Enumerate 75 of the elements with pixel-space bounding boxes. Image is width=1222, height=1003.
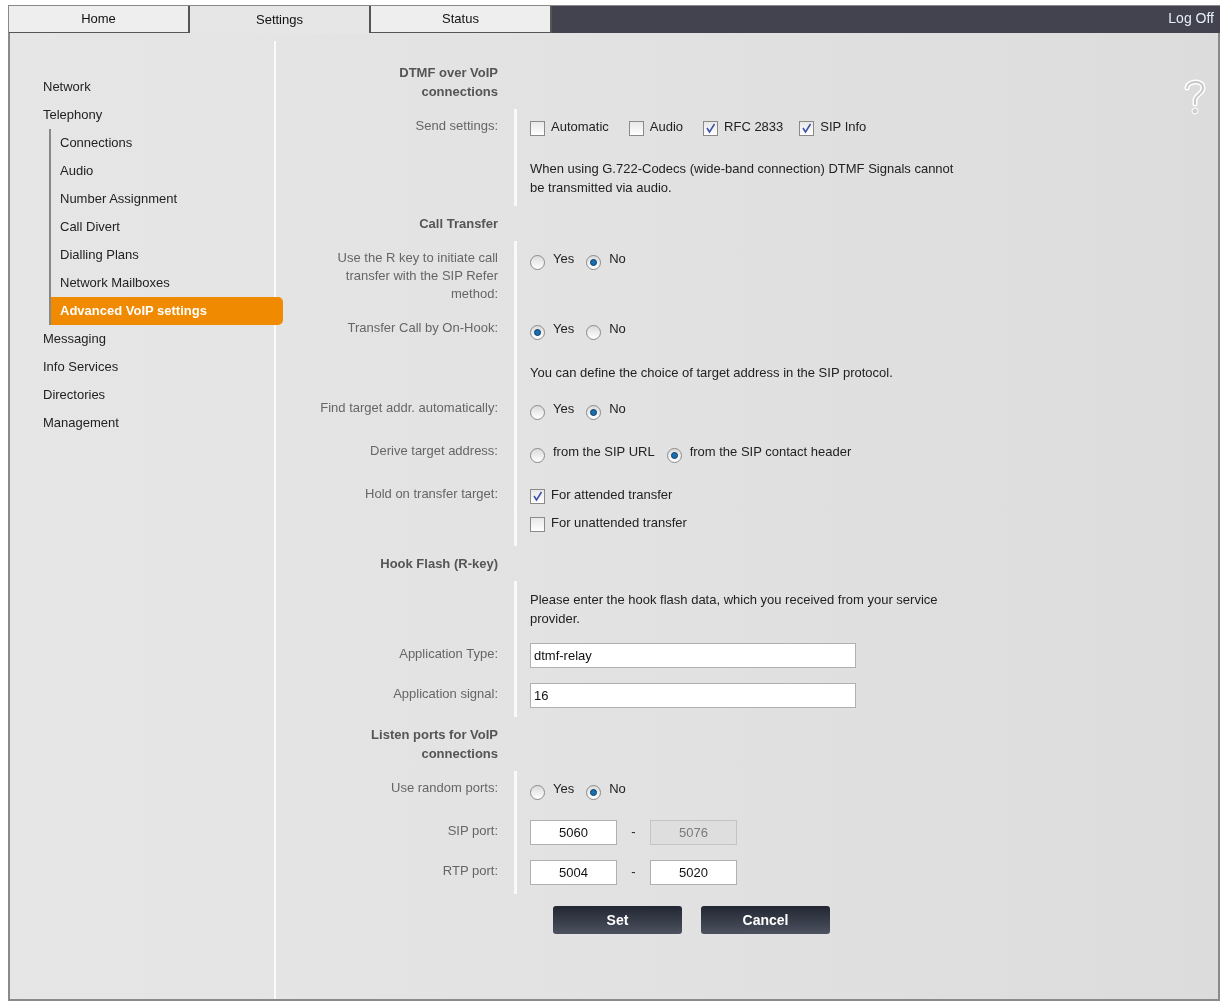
option-label: SIP Info bbox=[820, 118, 867, 136]
sidebar-item[interactable]: Audio bbox=[51, 157, 274, 185]
tab[interactable]: Status bbox=[371, 6, 552, 33]
radio-button[interactable] bbox=[586, 255, 602, 270]
field-label: RTP port: bbox=[442, 863, 498, 878]
radio-button[interactable] bbox=[666, 448, 682, 463]
port-field[interactable]: 5020 bbox=[650, 860, 737, 885]
field-label: Send settings: bbox=[415, 118, 498, 133]
radio-button[interactable] bbox=[586, 405, 602, 420]
option-label: Yes bbox=[553, 250, 575, 268]
section-title: DTMF over VoIP connections bbox=[399, 65, 498, 99]
radio-button[interactable] bbox=[586, 785, 602, 800]
option-label: from the SIP URL bbox=[553, 443, 655, 461]
port-field[interactable]: 5004 bbox=[530, 860, 617, 885]
option-label: Yes bbox=[553, 780, 575, 798]
option-label: from the SIP contact header bbox=[689, 443, 852, 461]
field-label: SIP port: bbox=[447, 823, 498, 838]
checkbox[interactable] bbox=[530, 121, 545, 136]
section-title: Call Transfer bbox=[419, 216, 498, 231]
field-label: Find target addr. automatically: bbox=[320, 400, 498, 415]
radio-button[interactable] bbox=[530, 325, 545, 340]
checkbox[interactable] bbox=[530, 489, 545, 504]
checkbox[interactable] bbox=[530, 517, 545, 532]
sidebar-item[interactable]: Network bbox=[43, 73, 274, 101]
sidebar-item[interactable]: Number Assignment bbox=[51, 185, 274, 213]
checkbox[interactable] bbox=[628, 121, 644, 136]
radio-button[interactable] bbox=[586, 325, 602, 340]
field-label: Application signal: bbox=[393, 686, 498, 701]
checkbox[interactable] bbox=[799, 121, 815, 136]
option-label: No bbox=[609, 320, 626, 338]
option-label: Yes bbox=[553, 400, 575, 418]
sidebar-item[interactable]: Dialling Plans bbox=[51, 241, 274, 269]
option-label: For attended transfer bbox=[551, 486, 673, 504]
option-label: Automatic bbox=[551, 118, 609, 136]
sidebar-item[interactable]: Directories bbox=[43, 381, 274, 409]
option-label: No bbox=[609, 780, 626, 798]
log-off-link[interactable]: Log Off bbox=[1168, 6, 1220, 29]
note-text: Please enter the hook flash data, which you received from your service provider. bbox=[530, 591, 939, 628]
input-field[interactable]: dtmf-relay bbox=[530, 643, 856, 668]
tab[interactable]: Settings bbox=[190, 6, 371, 34]
radio-button[interactable] bbox=[530, 405, 545, 420]
port-field[interactable]: 5060 bbox=[530, 820, 617, 845]
option-label: No bbox=[609, 250, 626, 268]
input-field[interactable]: 16 bbox=[530, 683, 856, 708]
radio-button[interactable] bbox=[530, 255, 545, 270]
range-separator: - bbox=[630, 863, 637, 881]
option-label: RFC 2833 bbox=[724, 118, 784, 136]
tab[interactable]: Home bbox=[9, 6, 190, 33]
section-title: Listen ports for VoIP connections bbox=[371, 727, 498, 761]
note-text: When using G.722-Codecs (wide-band connection) DTMF Signals cannot be transmitted via audio. bbox=[530, 160, 955, 197]
field-label: Transfer Call by On-Hook: bbox=[347, 320, 498, 335]
range-separator: - bbox=[630, 823, 637, 841]
note-text: You can define the choice of target address in the SIP protocol. bbox=[530, 364, 894, 382]
option-label: For unattended transfer bbox=[551, 514, 687, 532]
field-label: Use random ports: bbox=[391, 780, 498, 795]
radio-button[interactable] bbox=[530, 448, 545, 463]
sidebar-item[interactable]: Network Mailboxes bbox=[51, 269, 274, 297]
sidebar-item[interactable]: Management bbox=[43, 409, 274, 437]
sidebar-item[interactable]: Connections bbox=[51, 129, 274, 157]
sidebar-item[interactable]: Call Divert bbox=[51, 213, 274, 241]
option-label: No bbox=[609, 400, 626, 418]
form-button[interactable]: Set bbox=[553, 906, 682, 934]
field-label: Hold on transfer target: bbox=[365, 486, 498, 501]
sidebar-item[interactable]: Messaging bbox=[43, 325, 274, 353]
form-button[interactable]: Cancel bbox=[701, 906, 830, 934]
sidebar-item[interactable]: Info Services bbox=[43, 353, 274, 381]
field-label: Use the R key to initiate call transfer with the SIP Refer method: bbox=[337, 250, 498, 301]
option-label: Audio bbox=[649, 118, 684, 136]
radio-button[interactable] bbox=[530, 785, 545, 800]
field-label: Derive target address: bbox=[370, 443, 498, 458]
field-label: Application Type: bbox=[399, 646, 498, 661]
option-label: Yes bbox=[553, 320, 575, 338]
section-title: Hook Flash (R-key) bbox=[380, 556, 498, 571]
sidebar-item[interactable]: Telephony bbox=[43, 101, 274, 129]
checkbox[interactable] bbox=[703, 121, 719, 136]
